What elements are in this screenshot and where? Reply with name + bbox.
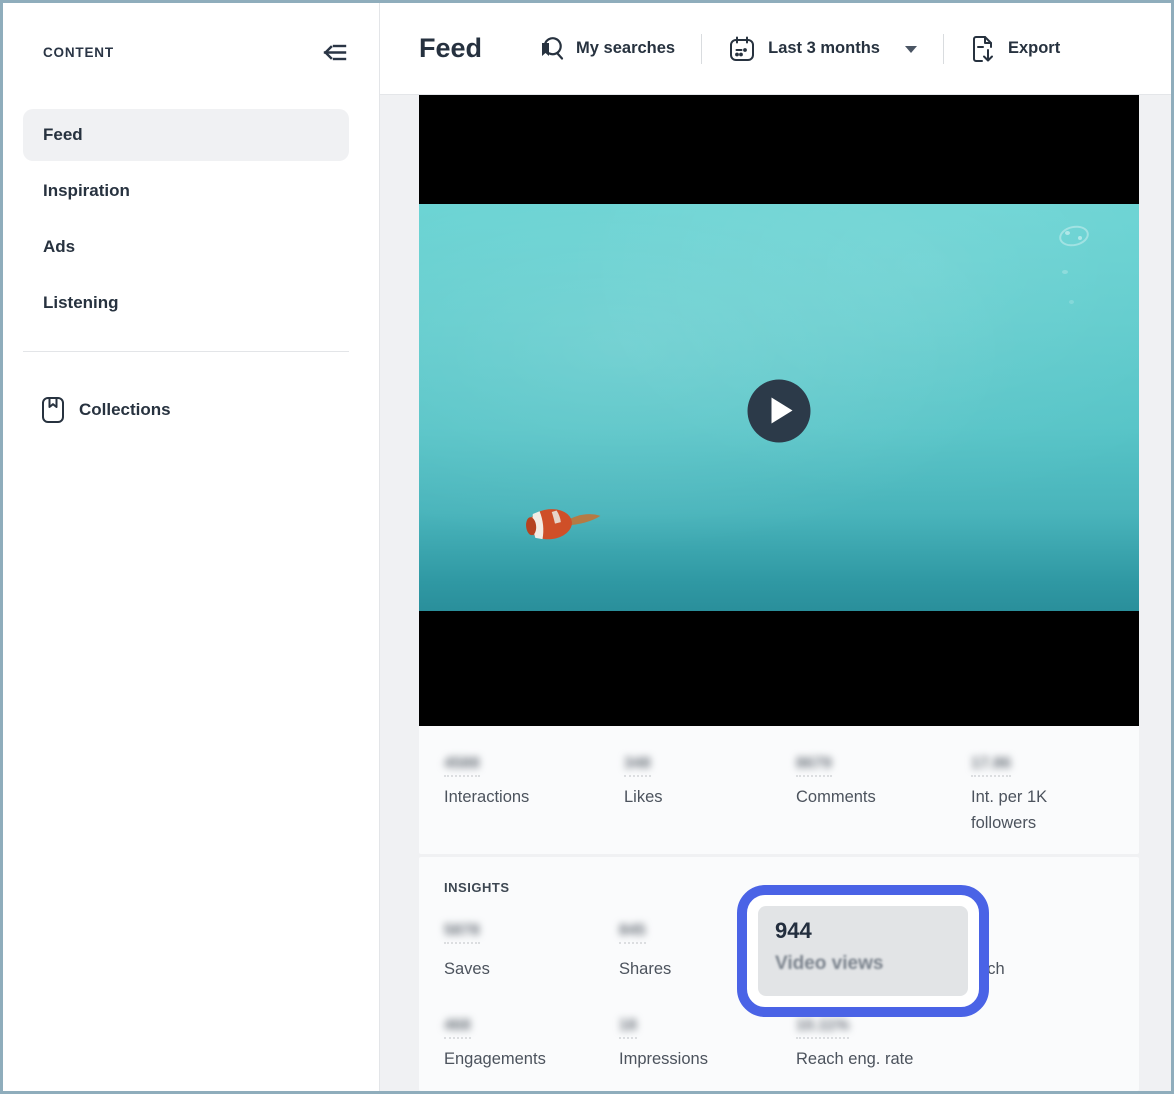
metric-impressions-value: 18 [619, 1017, 637, 1039]
sidebar-item-feed[interactable]: Feed [23, 109, 349, 161]
bubble-decoration [1057, 223, 1091, 249]
sidebar-item-collections[interactable]: Collections [23, 384, 349, 436]
collections-label: Collections [79, 400, 171, 420]
video-views-highlight: 944 Video views [737, 885, 989, 1017]
my-searches-button[interactable]: My searches [538, 34, 675, 64]
sidebar-divider [23, 351, 349, 352]
metric-value: 348 [624, 755, 651, 772]
collections-book-icon [41, 396, 65, 424]
sidebar-title: CONTENT [43, 45, 114, 60]
metric-reach-eng-rate-label: Reach eng. rate [796, 1047, 913, 1073]
sidebar: CONTENT Feed Inspiration Ads Listening [3, 3, 380, 1091]
metric-comments: 8679 Comments [796, 755, 876, 811]
metric-interactions: 4588 Interactions [444, 755, 529, 811]
sidebar-item-label: Listening [43, 293, 119, 313]
date-range-label: Last 3 months [768, 39, 880, 58]
page-title: Feed [419, 33, 482, 64]
metric-saves-value: 5878 [444, 922, 480, 944]
header-divider [701, 34, 702, 64]
sidebar-item-inspiration[interactable]: Inspiration [23, 165, 349, 217]
main-area: Feed My searches [380, 3, 1171, 1091]
post-detail: 4588 Interactions 348 Likes 8679 Comment… [380, 95, 1171, 1091]
metric-value: 845 [619, 922, 646, 939]
bubble-decoration [1078, 236, 1082, 240]
sidebar-item-label: Feed [43, 125, 83, 145]
sidebar-item-label: Inspiration [43, 181, 130, 201]
my-searches-label: My searches [576, 39, 675, 58]
metric-label: Int. per 1K followers [971, 785, 1089, 836]
metric-engagements-label: Engagements [444, 1047, 546, 1073]
calendar-icon [728, 35, 756, 63]
metric-value: 17.86 [971, 755, 1011, 772]
metric-saves-label: Saves [444, 957, 490, 983]
video-player[interactable] [419, 95, 1139, 726]
metric-value: 5878 [444, 922, 480, 939]
export-button[interactable]: Export [970, 34, 1060, 64]
metric-reach-eng-rate-value: 10.11% [796, 1017, 849, 1039]
metric-value: 468 [444, 1017, 471, 1034]
metric-value: 8679 [796, 755, 832, 772]
metric-shares-value: 845 [619, 922, 646, 944]
sidebar-header: CONTENT [3, 3, 379, 67]
chevron-down-icon [905, 46, 917, 53]
bubble-decoration [1062, 270, 1068, 274]
metric-impressions-label: Impressions [619, 1047, 708, 1073]
video-views-label: Video views [775, 953, 951, 975]
insights-heading: INSIGHTS [444, 880, 510, 895]
video-views-metric: 944 Video views [758, 906, 968, 996]
insights-card: INSIGHTS 5878 Saves 845 Shares Reach 468… [419, 857, 1139, 1091]
play-button[interactable] [748, 379, 811, 442]
post-stats-row: 4588 Interactions 348 Likes 8679 Comment… [419, 726, 1139, 854]
collapse-sidebar-button[interactable] [319, 37, 349, 67]
metric-shares-label: Shares [619, 957, 671, 983]
export-file-icon [970, 34, 996, 64]
bubble-decoration [1065, 231, 1070, 235]
sidebar-item-listening[interactable]: Listening [23, 277, 349, 329]
metric-value: 10.11% [796, 1017, 849, 1034]
export-label: Export [1008, 39, 1060, 58]
metric-label: Likes [624, 785, 663, 811]
metric-label: Interactions [444, 785, 529, 811]
metric-label: Comments [796, 785, 876, 811]
metric-value: 18 [619, 1017, 637, 1034]
header-divider [943, 34, 944, 64]
metric-value: 4588 [444, 755, 480, 772]
metric-likes: 348 Likes [624, 755, 663, 811]
play-icon [772, 398, 793, 424]
fish-toy [517, 498, 609, 553]
metric-engagements-value: 468 [444, 1017, 471, 1039]
video-views-value: 944 [775, 918, 951, 944]
date-range-button[interactable]: Last 3 months [728, 35, 917, 63]
sidebar-item-ads[interactable]: Ads [23, 221, 349, 273]
post-card: 4588 Interactions 348 Likes 8679 Comment… [419, 95, 1139, 854]
metric-int-per-1k: 17.86 Int. per 1K followers [971, 755, 1089, 836]
collapse-left-icon [321, 39, 348, 66]
sidebar-item-label: Ads [43, 237, 75, 257]
bubble-decoration [1069, 300, 1074, 304]
sidebar-nav: Feed Inspiration Ads Listening [3, 109, 379, 333]
main-header: Feed My searches [380, 3, 1171, 95]
saved-search-icon [538, 34, 564, 64]
